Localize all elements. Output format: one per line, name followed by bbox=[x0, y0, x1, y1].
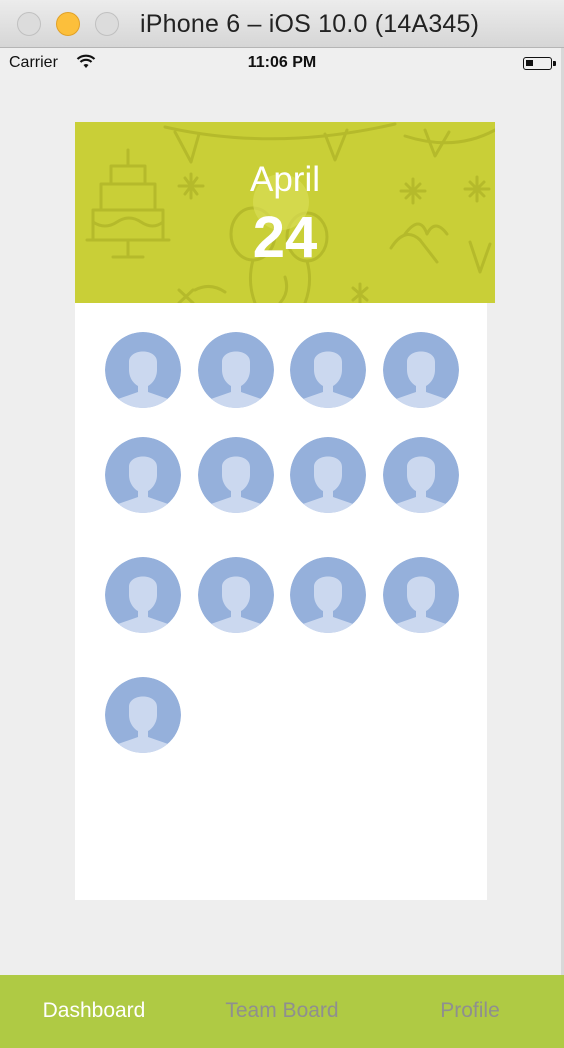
battery-icon bbox=[523, 57, 556, 70]
person-placeholder-icon bbox=[198, 437, 274, 513]
person-placeholder-icon bbox=[105, 332, 181, 408]
person-placeholder-icon bbox=[105, 557, 181, 633]
tab-bar: Dashboard Team Board Profile bbox=[0, 975, 564, 1048]
person-placeholder-icon bbox=[198, 332, 274, 408]
person-placeholder-icon bbox=[383, 437, 459, 513]
window-title: iPhone 6 – iOS 10.0 (14A345) bbox=[140, 10, 480, 38]
banner-month: April bbox=[249, 160, 321, 199]
member-avatar[interactable] bbox=[198, 557, 274, 633]
person-placeholder-icon bbox=[383, 557, 459, 633]
member-avatar[interactable] bbox=[290, 557, 366, 633]
person-placeholder-icon bbox=[290, 557, 366, 633]
members-card bbox=[75, 303, 487, 900]
member-avatar[interactable] bbox=[383, 332, 459, 408]
window-close-button[interactable] bbox=[17, 12, 41, 36]
status-bar: Carrier 11:06 PM bbox=[0, 48, 564, 80]
member-avatar[interactable] bbox=[383, 437, 459, 513]
birthday-banner: April 24 bbox=[75, 122, 495, 303]
simulator-title-bar: iPhone 6 – iOS 10.0 (14A345) bbox=[0, 0, 564, 48]
window-minimize-button[interactable] bbox=[56, 12, 80, 36]
member-avatar[interactable] bbox=[198, 437, 274, 513]
person-placeholder-icon bbox=[105, 437, 181, 513]
tab-dashboard[interactable]: Dashboard bbox=[0, 999, 188, 1023]
status-time: 11:06 PM bbox=[247, 54, 317, 71]
person-placeholder-icon bbox=[198, 557, 274, 633]
window-zoom-button[interactable] bbox=[95, 12, 119, 36]
member-avatar[interactable] bbox=[105, 437, 181, 513]
member-avatar[interactable] bbox=[198, 332, 274, 408]
person-placeholder-icon bbox=[383, 332, 459, 408]
member-avatar[interactable] bbox=[105, 677, 181, 753]
person-placeholder-icon bbox=[290, 437, 366, 513]
member-avatar[interactable] bbox=[105, 557, 181, 633]
tab-profile[interactable]: Profile bbox=[376, 999, 564, 1023]
banner-day: 24 bbox=[252, 205, 318, 270]
member-avatar[interactable] bbox=[105, 332, 181, 408]
member-avatar[interactable] bbox=[290, 332, 366, 408]
person-placeholder-icon bbox=[105, 677, 181, 753]
person-placeholder-icon bbox=[290, 332, 366, 408]
tab-team-board[interactable]: Team Board bbox=[188, 999, 376, 1023]
member-avatar[interactable] bbox=[383, 557, 459, 633]
member-avatar[interactable] bbox=[290, 437, 366, 513]
